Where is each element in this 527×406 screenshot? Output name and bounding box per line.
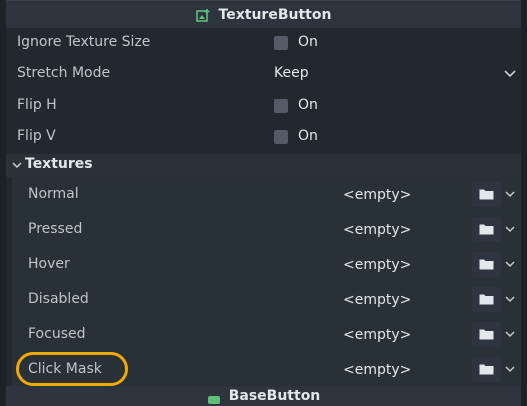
group-title: Textures bbox=[25, 156, 93, 172]
checkbox-on-label[interactable]: On bbox=[298, 128, 318, 144]
texture-value-field[interactable]: <empty> bbox=[343, 327, 411, 343]
folder-icon bbox=[479, 329, 494, 340]
checkbox-on-label[interactable]: On bbox=[298, 97, 318, 113]
property-label: Disabled bbox=[28, 291, 89, 307]
flip-v-checkbox[interactable] bbox=[274, 130, 288, 144]
folder-icon bbox=[479, 294, 494, 305]
texturebutton-section-header[interactable]: TextureButton bbox=[6, 0, 521, 28]
folder-icon bbox=[479, 259, 494, 270]
texture-hover: Hover <empty> bbox=[6, 247, 521, 282]
property-label: Pressed bbox=[28, 221, 83, 237]
chevron-down-icon[interactable] bbox=[503, 66, 517, 80]
load-texture-button[interactable] bbox=[472, 252, 501, 277]
property-label: Flip H bbox=[17, 97, 57, 113]
chevron-down-icon[interactable] bbox=[504, 328, 516, 340]
load-texture-button[interactable] bbox=[472, 217, 501, 242]
texture-button-icon bbox=[195, 8, 210, 22]
inspector-panel: TextureButton Ignore Texture Size On Str… bbox=[6, 0, 521, 406]
property-label: Normal bbox=[28, 186, 79, 202]
texture-value-field[interactable]: <empty> bbox=[343, 187, 411, 203]
texture-normal: Normal <empty> bbox=[6, 177, 521, 212]
property-label: Stretch Mode bbox=[17, 65, 111, 81]
texture-focused: Focused <empty> bbox=[6, 317, 521, 352]
load-texture-button[interactable] bbox=[472, 287, 501, 312]
texture-value-field[interactable]: <empty> bbox=[343, 362, 411, 378]
load-texture-button[interactable] bbox=[472, 357, 501, 382]
property-label: Ignore Texture Size bbox=[17, 34, 151, 50]
section-title: TextureButton bbox=[218, 6, 332, 23]
property-label: Focused bbox=[28, 326, 86, 342]
chevron-down-icon[interactable] bbox=[504, 293, 516, 305]
load-texture-button[interactable] bbox=[472, 322, 501, 347]
chevron-down-icon bbox=[12, 162, 22, 169]
texture-pressed: Pressed <empty> bbox=[6, 212, 521, 247]
folder-icon bbox=[479, 364, 494, 375]
property-flip-h: Flip H On bbox=[6, 90, 521, 121]
section-title: BaseButton bbox=[228, 388, 321, 404]
chevron-down-icon[interactable] bbox=[504, 258, 516, 270]
basebutton-section-header[interactable]: BaseButton bbox=[6, 386, 521, 406]
chevron-down-icon[interactable] bbox=[504, 363, 516, 375]
property-ignore-texture-size: Ignore Texture Size On bbox=[6, 27, 521, 58]
texture-value-field[interactable]: <empty> bbox=[343, 222, 411, 238]
property-stretch-mode: Stretch Mode Keep bbox=[6, 58, 521, 89]
ignore-texture-size-checkbox[interactable] bbox=[274, 36, 288, 50]
folder-icon bbox=[479, 189, 494, 200]
load-texture-button[interactable] bbox=[472, 182, 501, 207]
chevron-down-icon[interactable] bbox=[504, 223, 516, 235]
property-label: Hover bbox=[28, 256, 70, 272]
folder-icon bbox=[479, 224, 494, 235]
flip-h-checkbox[interactable] bbox=[274, 99, 288, 113]
stretch-mode-dropdown[interactable]: Keep bbox=[274, 65, 309, 81]
checkbox-on-label[interactable]: On bbox=[298, 34, 318, 50]
base-button-icon bbox=[207, 396, 220, 404]
property-flip-v: Flip V On bbox=[6, 121, 521, 152]
property-label: Flip V bbox=[17, 128, 56, 144]
textures-group-header[interactable]: Textures bbox=[6, 154, 521, 177]
chevron-down-icon[interactable] bbox=[504, 188, 516, 200]
texture-value-field[interactable]: <empty> bbox=[343, 257, 411, 273]
texture-disabled: Disabled <empty> bbox=[6, 282, 521, 317]
click-mask-highlight-annotation bbox=[16, 352, 128, 386]
texture-value-field[interactable]: <empty> bbox=[343, 292, 411, 308]
